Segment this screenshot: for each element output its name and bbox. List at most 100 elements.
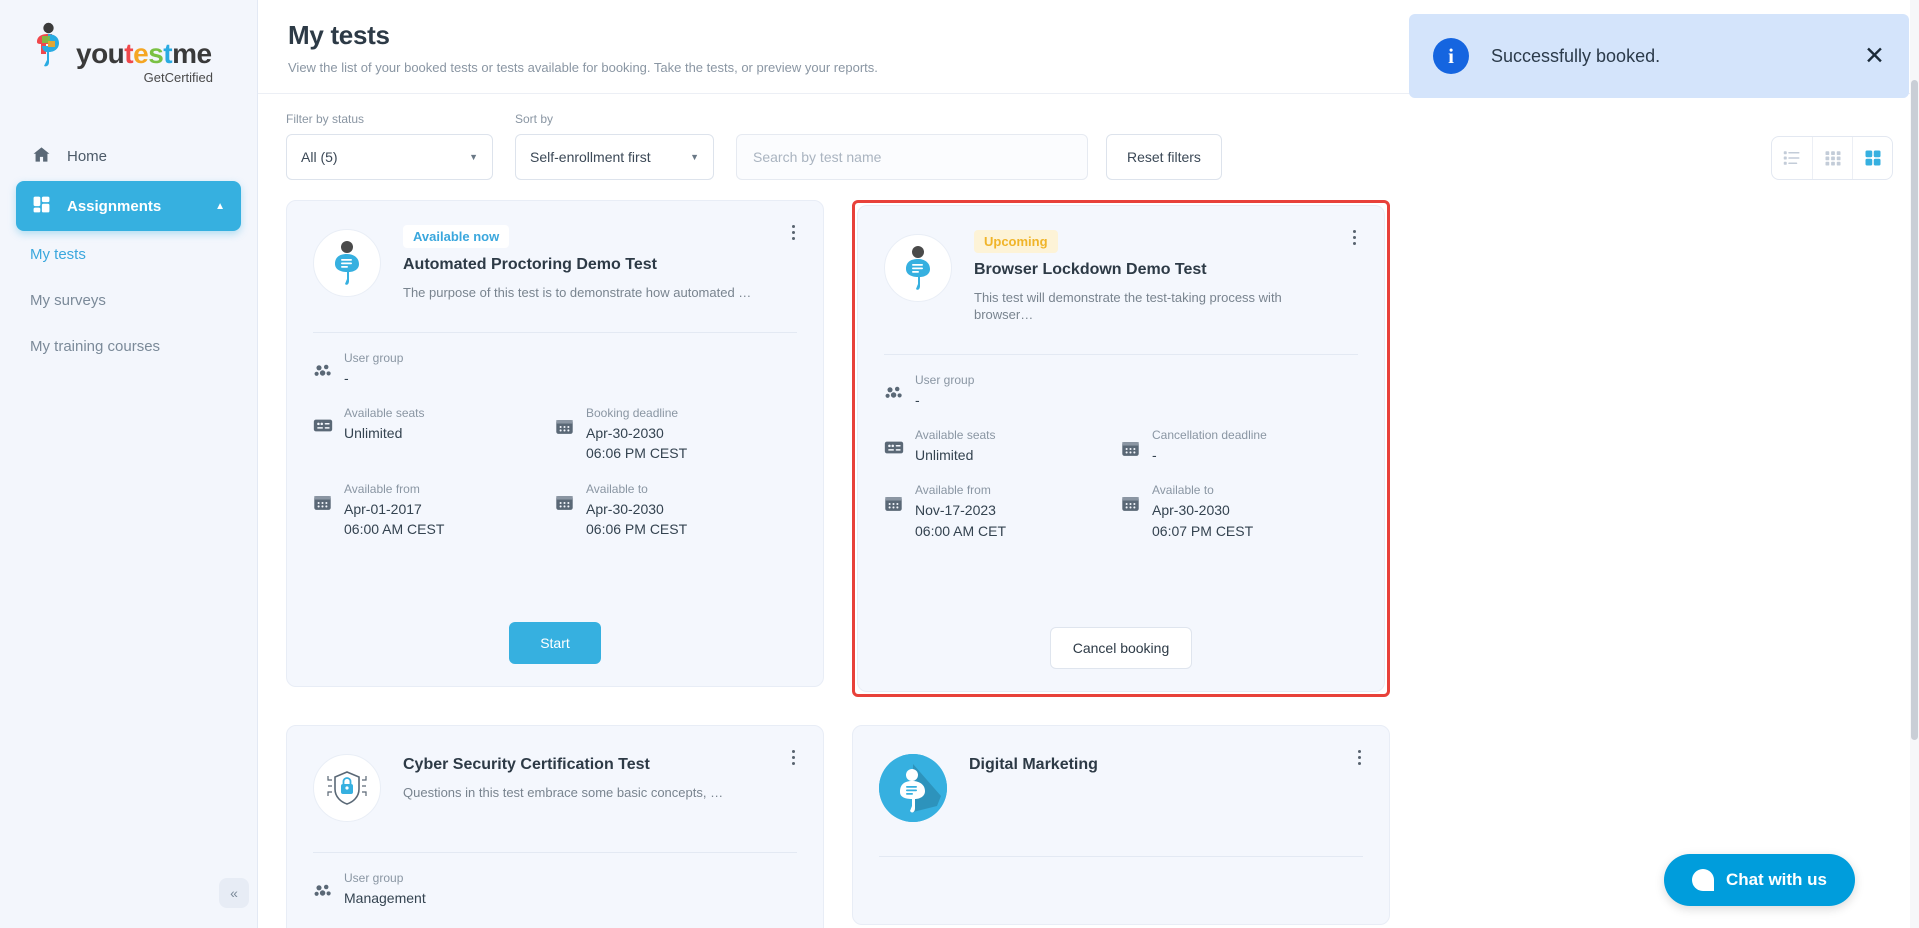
- card-menu-icon[interactable]: [785, 746, 801, 768]
- info-value-user-group: Management: [344, 890, 426, 906]
- card-description: The purpose of this test is to demonstra…: [403, 285, 752, 300]
- info-label-user-group: User group: [344, 350, 404, 365]
- sort-by-select[interactable]: Self-enrollment first ▼: [515, 134, 714, 180]
- page-scrollbar[interactable]: [1910, 0, 1919, 928]
- cancel-booking-button[interactable]: Cancel booking: [1049, 627, 1193, 669]
- chat-with-us-button[interactable]: Chat with us: [1663, 854, 1855, 906]
- info-available-from: Available from Nov-17-2023 06:00 AM CET: [884, 483, 1121, 541]
- info-label-available-to: Available to: [1152, 483, 1214, 498]
- sort-by-value: Self-enrollment first: [530, 149, 651, 165]
- reset-filters-button[interactable]: Reset filters: [1106, 134, 1222, 180]
- sidebar-item-my-training-courses[interactable]: My training courses: [0, 323, 257, 369]
- filters-toolbar: Filter by status All (5) ▼ Sort by Self-…: [258, 94, 1919, 194]
- info-value-available-from: Apr-01-2017 06:00 AM CEST: [344, 500, 445, 538]
- card-view-icon[interactable]: [1852, 137, 1892, 179]
- list-view-icon[interactable]: [1772, 137, 1812, 179]
- sidebar: youtestme GetCertified Home Assignments …: [0, 0, 258, 928]
- info-available-from: Available from Apr-01-2017 06:00 AM CEST: [313, 482, 555, 540]
- sidebar-subitem-label-my-training-courses: My training courses: [30, 337, 161, 355]
- notification-toast: i Successfully booked. ✕: [1409, 14, 1909, 98]
- brand-wordmark: youtestme: [76, 40, 212, 68]
- search-placeholder: Search by test name: [753, 149, 882, 165]
- sidebar-item-my-tests[interactable]: My tests: [0, 231, 257, 277]
- info-user-group: User group -: [313, 351, 797, 388]
- info-label-available-seats: Available seats: [344, 406, 425, 421]
- card-actions: Start: [313, 614, 797, 664]
- info-value-user-group: -: [344, 369, 349, 386]
- brand-tagline: GetCertified: [143, 70, 213, 85]
- sidebar-subitem-label-my-surveys: My surveys: [30, 291, 106, 309]
- info-value-user-group: -: [915, 391, 920, 408]
- users-icon: [313, 363, 333, 384]
- brand-part-2: e: [133, 38, 149, 69]
- start-button[interactable]: Start: [509, 622, 601, 664]
- brand-part-5: me: [172, 38, 212, 69]
- info-label-booking-deadline: Booking deadline: [586, 406, 679, 421]
- info-value-available-seats: Unlimited: [344, 425, 403, 442]
- info-label-available-from: Available from: [915, 483, 991, 498]
- sidebar-collapse-button[interactable]: «: [219, 878, 249, 908]
- filter-by-status-select[interactable]: All (5) ▼: [286, 134, 493, 180]
- test-card-wrapper: Cyber Security Certification Test Questi…: [286, 725, 824, 928]
- chevron-down-icon: ▼: [469, 152, 478, 162]
- seats-icon: [313, 418, 333, 438]
- compact-grid-view-icon[interactable]: [1812, 137, 1852, 179]
- info-value-available-from: Nov-17-2023 06:00 AM CET: [915, 502, 1007, 539]
- calendar-icon: [884, 495, 904, 518]
- chat-with-us-label: Chat with us: [1725, 870, 1827, 889]
- scrollbar-thumb[interactable]: [1911, 80, 1918, 740]
- card-divider: [313, 331, 797, 333]
- sort-by-field: Sort by Self-enrollment first ▼: [515, 112, 714, 180]
- view-mode-toggle: [1771, 136, 1893, 180]
- person-question-icon: [884, 234, 952, 302]
- sidebar-item-assignments[interactable]: Assignments ▲: [16, 181, 241, 231]
- card-menu-icon[interactable]: [1351, 746, 1367, 768]
- shield-lock-icon: [313, 754, 381, 822]
- test-card-wrapper-highlighted: Upcoming Browser Lockdown Demo Test This…: [852, 200, 1390, 697]
- test-card[interactable]: Upcoming Browser Lockdown Demo Test This…: [857, 205, 1385, 692]
- info-available-to: Available to Apr-30-2030 06:07 PM CEST: [1121, 483, 1358, 541]
- users-icon: [313, 883, 333, 904]
- calendar-icon: [555, 494, 575, 517]
- brand-part-1: t: [124, 38, 134, 69]
- test-card-wrapper: Available now Automated Proctoring Demo …: [286, 200, 824, 697]
- sidebar-subitem-label-my-tests: My tests: [30, 245, 86, 263]
- info-value-available-seats: Unlimited: [915, 447, 974, 464]
- brand-logo: youtestme GetCertified: [0, 0, 257, 85]
- home-icon: [32, 145, 51, 168]
- card-description: Questions in this test embrace some basi…: [403, 785, 724, 800]
- test-card-wrapper: Digital Marketing: [852, 725, 1390, 928]
- app-root: youtestme GetCertified Home Assignments …: [0, 0, 1919, 928]
- sidebar-item-my-surveys[interactable]: My surveys: [0, 277, 257, 323]
- card-info-rows: User group - Available seats Unlimited: [313, 351, 797, 557]
- test-card[interactable]: Cyber Security Certification Test Questi…: [286, 725, 824, 928]
- digital-marketing-icon: [879, 754, 947, 822]
- filter-by-status-label: Filter by status: [286, 112, 365, 126]
- test-card-grid: Available now Automated Proctoring Demo …: [258, 194, 1919, 928]
- toast-message: Successfully booked.: [1491, 45, 1661, 66]
- info-label-cancellation-deadline: Cancellation deadline: [1152, 428, 1267, 443]
- card-menu-icon[interactable]: [1346, 226, 1362, 248]
- youtestme-logo-icon: [28, 22, 68, 68]
- close-icon[interactable]: ✕: [1864, 43, 1885, 69]
- info-value-booking-deadline: Apr-30-2030 06:06 PM CEST: [586, 425, 688, 462]
- info-label-user-group: User group: [915, 372, 975, 387]
- seats-icon: [884, 440, 904, 460]
- brand-part-0: you: [76, 38, 125, 69]
- test-card[interactable]: Available now Automated Proctoring Demo …: [286, 200, 824, 687]
- grid-icon: [32, 195, 51, 218]
- sidebar-nav: Home Assignments ▲ My tests My surveys M…: [0, 131, 257, 369]
- info-label-user-group: User group: [344, 871, 404, 885]
- info-available-seats: Available seats Unlimited: [884, 428, 1121, 465]
- chevron-down-icon: ▼: [690, 152, 699, 162]
- card-menu-icon[interactable]: [785, 221, 801, 243]
- search-input[interactable]: Search by test name: [736, 134, 1088, 180]
- calendar-icon: [313, 494, 333, 517]
- sidebar-item-home[interactable]: Home: [16, 131, 241, 181]
- info-value-available-to: Apr-30-2030 06:06 PM CEST: [586, 500, 688, 538]
- test-card[interactable]: Digital Marketing: [852, 725, 1390, 925]
- calendar-icon: [1121, 495, 1141, 518]
- status-badge: Available now: [403, 225, 510, 248]
- card-title: Automated Proctoring Demo Test: [403, 256, 657, 273]
- brand-part-3: s: [148, 38, 164, 69]
